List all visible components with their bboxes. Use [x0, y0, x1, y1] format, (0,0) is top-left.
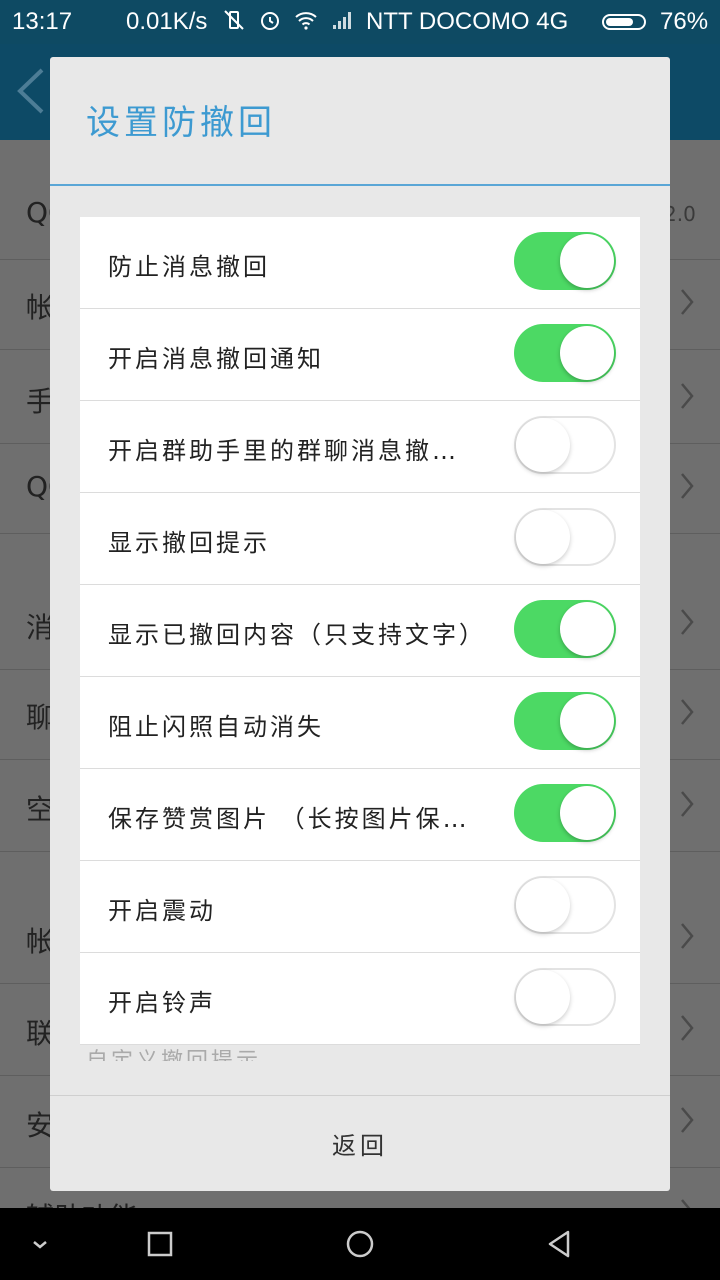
carrier-label: NTT DOCOMO 4G: [366, 8, 569, 35]
setting-row: 显示撤回提示: [80, 493, 640, 585]
toggle-knob: [560, 234, 614, 288]
back-icon[interactable]: [542, 1226, 578, 1262]
alarm-icon: [261, 12, 279, 30]
toggle-knob: [516, 510, 570, 564]
setting-row: 开启消息撤回通知: [80, 309, 640, 401]
chevron-right-icon: [681, 1107, 694, 1133]
setting-row: 开启铃声: [80, 953, 640, 1045]
toggle-switch[interactable]: [514, 784, 616, 842]
recent-apps-icon[interactable]: [142, 1226, 178, 1262]
setting-row: 开启震动: [80, 861, 640, 953]
toggle-knob: [560, 786, 614, 840]
setting-label: 开启铃声: [108, 989, 216, 1017]
toggle-knob: [560, 694, 614, 748]
chevron-right-icon: [681, 699, 694, 725]
wifi-icon: [295, 12, 317, 30]
toggle-switch[interactable]: [514, 600, 616, 658]
chevron-down-icon[interactable]: [22, 1226, 58, 1262]
toggle-switch[interactable]: [514, 876, 616, 934]
chevron-right-icon: [681, 473, 694, 499]
navigation-bar: [0, 1208, 720, 1280]
chevron-right-icon: [681, 609, 694, 635]
dialog-title: 设置防撤回: [86, 103, 276, 143]
setting-row: 阻止闪照自动消失: [80, 677, 640, 769]
toggle-switch[interactable]: [514, 692, 616, 750]
toggle-knob: [560, 326, 614, 380]
return-button[interactable]: 返回: [50, 1096, 670, 1191]
setting-label: 显示撤回提示: [108, 529, 270, 557]
battery-icon: [602, 14, 646, 30]
chevron-right-icon: [681, 289, 694, 315]
setting-label: 显示已撤回内容（只支持文字）: [108, 621, 486, 649]
toggle-knob: [516, 418, 570, 472]
title-divider: [50, 184, 670, 186]
setting-label: 开启震动: [108, 897, 216, 925]
toggle-switch[interactable]: [514, 508, 616, 566]
toggle-knob: [560, 602, 614, 656]
status-bar: 13:17 0.01K/s NTT DOCOMO 4G 76%: [0, 0, 720, 44]
setting-row: 保存赞赏图片 （长按图片保…: [80, 769, 640, 861]
anti-recall-dialog: 设置防撤回 防止消息撤回开启消息撤回通知开启群助手里的群聊消息撤… 显示撤回提示显…: [50, 57, 670, 1191]
setting-label: 保存赞赏图片 （长按图片保…: [108, 805, 470, 833]
setting-row: 防止消息撤回: [80, 217, 640, 309]
signal-icon: [333, 12, 351, 29]
chevron-right-icon: [681, 383, 694, 409]
back-arrow-icon[interactable]: [14, 66, 48, 116]
chevron-right-icon: [681, 791, 694, 817]
vibrate-off-icon: [224, 10, 244, 30]
toggle-switch[interactable]: [514, 232, 616, 290]
toggle-knob: [516, 878, 570, 932]
network-speed: 0.01K/s: [126, 8, 208, 35]
settings-list: 防止消息撤回开启消息撤回通知开启群助手里的群聊消息撤… 显示撤回提示显示已撤回内容…: [80, 217, 640, 1045]
toggle-switch[interactable]: [514, 324, 616, 382]
setting-label: 开启消息撤回通知: [108, 345, 324, 373]
status-icons: [222, 8, 354, 32]
home-icon[interactable]: [342, 1226, 378, 1262]
setting-label: 阻止闪照自动消失: [108, 713, 324, 741]
chevron-right-icon: [681, 1015, 694, 1041]
toggle-knob: [516, 970, 570, 1024]
setting-label: 防止消息撤回: [108, 253, 270, 281]
chevron-right-icon: [681, 923, 694, 949]
partial-list-item: 自定义撤回提示: [86, 1043, 261, 1061]
toggle-switch[interactable]: [514, 968, 616, 1026]
setting-label: 开启群助手里的群聊消息撤…: [108, 437, 459, 465]
battery-percent: 76%: [660, 8, 709, 35]
setting-row: 开启群助手里的群聊消息撤…: [80, 401, 640, 493]
status-time: 13:17: [12, 8, 73, 35]
setting-row: 显示已撤回内容（只支持文字）: [80, 585, 640, 677]
toggle-switch[interactable]: [514, 416, 616, 474]
